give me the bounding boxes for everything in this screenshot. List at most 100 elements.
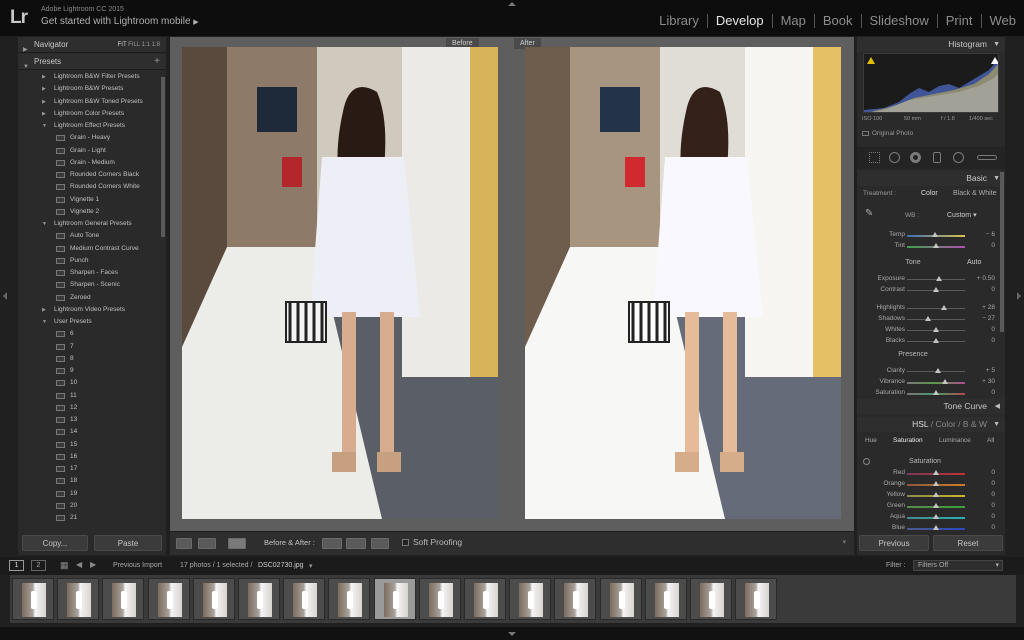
- hsl-slider[interactable]: Yellow 0: [857, 490, 1005, 501]
- preset-folder[interactable]: ▼ Lightroom Effect Presets: [18, 120, 166, 132]
- preset-item[interactable]: Grain - Medium: [18, 157, 166, 169]
- slider-knob[interactable]: [933, 481, 939, 486]
- triangle-down-icon[interactable]: ▼: [42, 316, 47, 328]
- slider-knob[interactable]: [934, 368, 941, 373]
- slider-saturation[interactable]: Saturation 0: [857, 388, 1005, 399]
- filmstrip-thumbnail[interactable]: [57, 578, 100, 620]
- filmstrip-thumbnail[interactable]: [554, 578, 597, 620]
- slider-knob[interactable]: [933, 243, 939, 248]
- slider-value[interactable]: + 5: [965, 367, 995, 374]
- slider-shadows[interactable]: Shadows − 27: [857, 314, 1005, 325]
- zoom-1-8[interactable]: 1:8: [152, 42, 160, 48]
- basic-header[interactable]: Basic ▼: [857, 171, 1005, 186]
- module-print[interactable]: Print: [938, 14, 982, 28]
- hsl-tab-all[interactable]: All: [987, 437, 994, 444]
- triangle-right-icon[interactable]: ▶: [42, 304, 46, 316]
- hsl-slider[interactable]: Orange 0: [857, 479, 1005, 490]
- preset-item[interactable]: Rounded Corners Black: [18, 169, 166, 181]
- slider-value[interactable]: + 0.50: [965, 275, 995, 282]
- filmstrip-thumbnail[interactable]: [328, 578, 371, 620]
- preset-item[interactable]: Zeroed: [18, 292, 166, 304]
- preset-item[interactable]: Vignette 2: [18, 206, 166, 218]
- adjustment-brush-icon[interactable]: [977, 155, 997, 160]
- hsl-tab-hue[interactable]: Hue: [865, 437, 877, 444]
- histogram-header[interactable]: Histogram ▼: [857, 37, 1005, 52]
- filmstrip-thumbnail[interactable]: [418, 578, 461, 620]
- filmstrip-thumbnail[interactable]: [102, 578, 145, 620]
- filmstrip-thumbnail[interactable]: [283, 578, 326, 620]
- filmstrip-thumbnail[interactable]: [464, 578, 506, 620]
- zoom-fill[interactable]: FILL: [128, 42, 140, 48]
- zoom-1-1[interactable]: 1:1: [142, 42, 150, 48]
- slider-value[interactable]: 0: [965, 326, 995, 333]
- preset-folder[interactable]: ▶ Lightroom Color Presets: [18, 108, 166, 120]
- source-label[interactable]: Previous Import: [113, 562, 162, 569]
- preset-item[interactable]: Punch: [18, 255, 166, 267]
- preset-folder[interactable]: ▶ Lightroom B&W Filter Presets: [18, 71, 166, 83]
- slider-value[interactable]: 0: [965, 480, 995, 487]
- toolbar-menu-icon[interactable]: ▾: [842, 538, 846, 546]
- back-arrow-icon[interactable]: ◀: [76, 560, 82, 569]
- copy-after-to-before-button[interactable]: [346, 538, 366, 549]
- slider-value[interactable]: 0: [965, 286, 995, 293]
- soft-proofing-checkbox[interactable]: [402, 539, 409, 546]
- slider-blacks[interactable]: Blacks 0: [857, 336, 1005, 347]
- preset-folder[interactable]: ▶ Lightroom Video Presets: [18, 304, 166, 316]
- hsl-header[interactable]: HSL / Color / B & W ▼: [857, 417, 1005, 432]
- copy-button[interactable]: Copy...: [22, 535, 88, 551]
- preset-item[interactable]: Grain - Heavy: [18, 132, 166, 144]
- collapse-left-icon[interactable]: [3, 292, 7, 300]
- preset-item[interactable]: 14: [18, 426, 166, 438]
- filmstrip-thumbnail[interactable]: [509, 578, 552, 620]
- slider-value[interactable]: + 28: [965, 304, 995, 311]
- window-1-button[interactable]: 1: [9, 560, 24, 571]
- preset-item[interactable]: 13: [18, 414, 166, 426]
- preset-item[interactable]: 11: [18, 390, 166, 402]
- filmstrip-thumbnail[interactable]: [147, 578, 190, 620]
- preset-item[interactable]: Grain - Light: [18, 145, 166, 157]
- preset-item[interactable]: Rounded Corners White: [18, 181, 166, 193]
- grid-icon[interactable]: ▦: [60, 560, 69, 571]
- slider-knob[interactable]: [933, 525, 939, 530]
- triangle-right-icon[interactable]: ▶: [42, 71, 46, 83]
- module-library[interactable]: Library: [651, 14, 708, 28]
- reset-button[interactable]: Reset: [933, 535, 1003, 551]
- triangle-right-icon[interactable]: ▶: [42, 96, 46, 108]
- graduated-filter-icon[interactable]: [933, 152, 941, 163]
- filmstrip-thumbnail[interactable]: [238, 578, 280, 620]
- crop-overlay-icon[interactable]: [869, 152, 880, 163]
- collapse-right-icon[interactable]: [1017, 292, 1021, 300]
- swap-before-after-button[interactable]: [371, 538, 389, 549]
- slider-track[interactable]: [907, 308, 965, 309]
- preset-item[interactable]: 15: [18, 439, 166, 451]
- filmstrip-thumbnail[interactable]: [373, 578, 416, 620]
- filename-label[interactable]: DSC02730.jpg: [258, 562, 304, 569]
- module-book[interactable]: Book: [815, 14, 862, 28]
- get-started-link[interactable]: Get started with Lightroom mobile ▶: [41, 16, 199, 27]
- hsl-slider[interactable]: Green 0: [857, 501, 1005, 512]
- preset-item[interactable]: 7: [18, 341, 166, 353]
- slider-knob[interactable]: [933, 390, 939, 395]
- window-2-button[interactable]: 2: [31, 560, 46, 571]
- before-photo[interactable]: [182, 47, 498, 519]
- preset-item[interactable]: 17: [18, 463, 166, 475]
- preset-folder[interactable]: ▶ Lightroom B&W Presets: [18, 83, 166, 95]
- wb-select[interactable]: Custom ▾: [947, 211, 977, 219]
- treatment-color[interactable]: Color: [921, 190, 938, 197]
- add-preset-icon[interactable]: +: [154, 54, 160, 70]
- auto-tone-button[interactable]: Auto: [967, 259, 981, 266]
- presets-header[interactable]: ▼ Presets +: [18, 54, 166, 70]
- copy-before-to-after-button[interactable]: [322, 538, 342, 549]
- slider-highlights[interactable]: Highlights + 28: [857, 303, 1005, 314]
- slider-value[interactable]: 0: [965, 389, 995, 396]
- slider-clarity[interactable]: Clarity + 5: [857, 366, 1005, 377]
- hsl-slider[interactable]: Aqua 0: [857, 512, 1005, 523]
- slider-whites[interactable]: Whites 0: [857, 325, 1005, 336]
- slider-knob[interactable]: [933, 514, 939, 519]
- triangle-down-icon[interactable]: ▼: [42, 120, 47, 132]
- slider-value[interactable]: 0: [965, 242, 995, 249]
- module-web[interactable]: Web: [982, 14, 1017, 28]
- spot-removal-icon[interactable]: [889, 152, 900, 163]
- slider-value[interactable]: 0: [965, 491, 995, 498]
- filmstrip-thumbnail[interactable]: [12, 578, 54, 620]
